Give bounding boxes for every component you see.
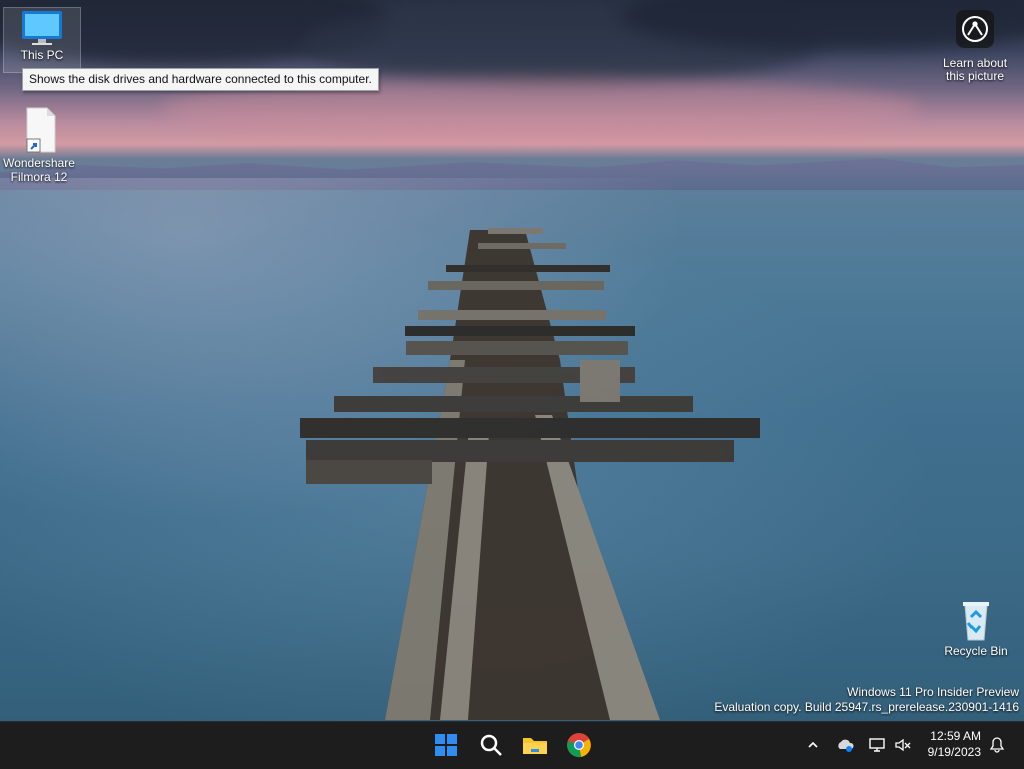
camera-info-icon — [956, 10, 994, 48]
taskbar-clock[interactable]: 12:59 AM 9/19/2023 — [928, 728, 981, 760]
learn-about-this-picture[interactable]: Learn about this picture — [935, 10, 1015, 83]
pier-plank — [478, 243, 566, 249]
pier-plank — [300, 418, 760, 438]
person-circle-icon — [962, 16, 988, 42]
desktop-background[interactable]: This PC Shows the disk drives and hardwa… — [0, 0, 1024, 721]
search-icon — [480, 734, 502, 756]
network-tray-button[interactable] — [865, 732, 889, 758]
learn-about-picture-label: Learn about this picture — [942, 56, 1008, 83]
document-shortcut-icon — [26, 107, 56, 153]
desktop-icon-wondershare-filmora[interactable]: Wondershare Filmora 12 — [1, 106, 77, 184]
chrome-button[interactable] — [561, 727, 597, 763]
pier-plank — [428, 281, 604, 290]
clock-date: 9/19/2023 — [927, 745, 981, 759]
pier-plank — [406, 341, 628, 355]
pier-plank — [334, 396, 693, 412]
pier-plank — [446, 265, 610, 272]
volume-muted-icon — [895, 738, 911, 752]
desktop-icon-this-pc[interactable]: This PC — [3, 7, 81, 73]
pier-plank — [306, 440, 734, 462]
recycle-bin-icon — [963, 602, 989, 641]
chevron-up-icon — [808, 741, 818, 748]
file-explorer-button[interactable] — [517, 727, 553, 763]
monitor-icon — [22, 11, 62, 45]
recycle-bin-label: Recycle Bin — [944, 644, 1008, 658]
network-icon — [869, 738, 885, 752]
pier-plank — [306, 460, 432, 484]
pier-plank — [488, 228, 543, 234]
volume-tray-button[interactable] — [891, 732, 915, 758]
start-button[interactable] — [428, 727, 464, 763]
pier-plank — [405, 326, 635, 336]
wooden-pier — [300, 228, 760, 720]
show-hidden-icons-button[interactable] — [801, 732, 825, 758]
this-pc-tooltip: Shows the disk drives and hardware conne… — [22, 68, 379, 91]
onedrive-icon — [838, 739, 854, 752]
desktop-icon-recycle-bin[interactable]: Recycle Bin — [938, 598, 1014, 658]
pier-plank — [580, 360, 620, 402]
this-pc-label: This PC — [20, 48, 64, 62]
watermark-line-2: Evaluation copy. Build 25947.rs_prerelea… — [714, 700, 1019, 714]
file-explorer-icon — [523, 738, 547, 754]
windows-start-icon — [435, 734, 457, 756]
windows-watermark: Windows 11 Pro Insider Preview Evaluatio… — [714, 685, 1019, 715]
clock-time: 12:59 AM — [930, 729, 981, 743]
watermark-line-1: Windows 11 Pro Insider Preview — [847, 685, 1019, 699]
pier-plank — [418, 310, 606, 320]
notification-center-button[interactable] — [985, 732, 1009, 758]
search-button[interactable] — [473, 727, 509, 763]
notification-bell-icon — [989, 737, 1005, 753]
taskbar: 12:59 AM 9/19/2023 — [0, 721, 1024, 769]
onedrive-tray-button[interactable] — [833, 732, 857, 758]
chrome-icon — [567, 733, 591, 758]
wondershare-filmora-label: Wondershare Filmora 12 — [3, 156, 75, 184]
